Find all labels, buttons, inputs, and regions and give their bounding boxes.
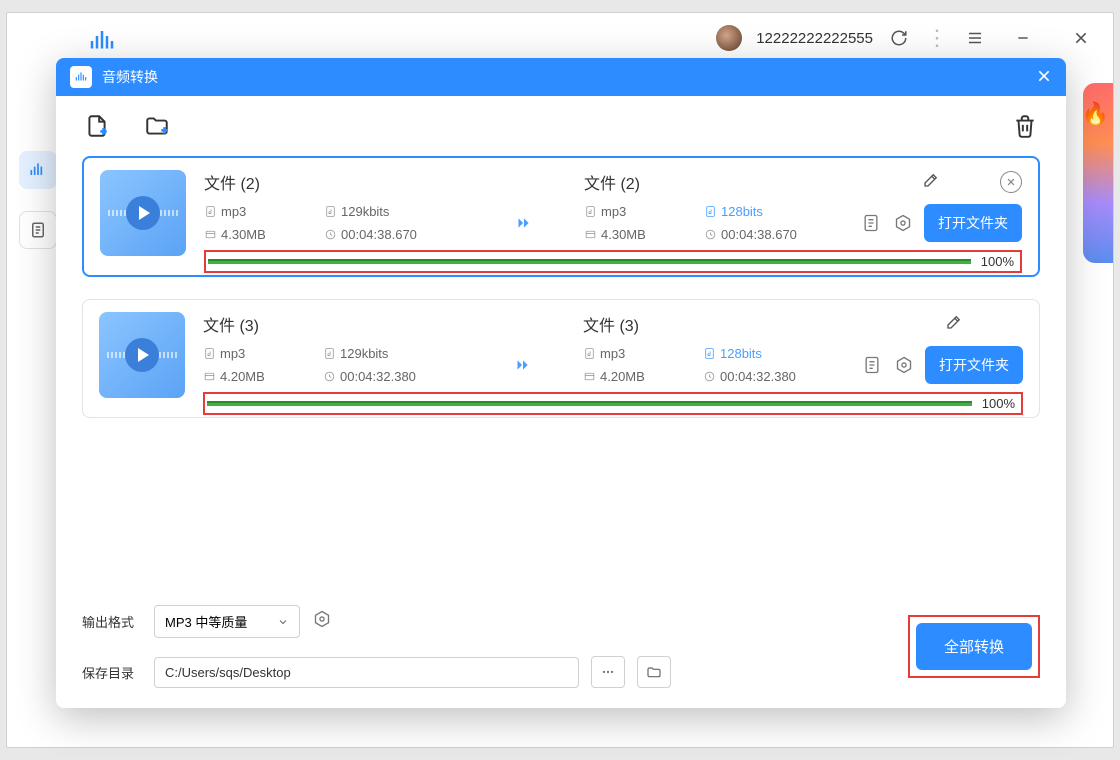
src-bitrate: 129kbits: [323, 346, 463, 361]
progress-percent: 100%: [981, 254, 1014, 269]
source-file-name: 文件 (3): [203, 312, 583, 336]
action-cell: 打开文件夹: [844, 204, 1022, 242]
dst-size: 4.20MB: [583, 369, 703, 384]
dst-format: mp3: [584, 204, 704, 219]
add-file-button[interactable]: [82, 111, 112, 141]
output-format-select[interactable]: MP3 中等质量: [154, 605, 300, 638]
bg-titlebar: 12222222222555 ⋮: [7, 13, 1113, 63]
add-folder-button[interactable]: [142, 111, 172, 141]
delete-all-button[interactable]: [1010, 111, 1040, 141]
file-list: 文件 (2)文件 (2)mp3129kbitsmp3128bits打开文件夹4.…: [56, 156, 1066, 591]
src-format: mp3: [204, 204, 324, 219]
dst-bitrate: 128bits: [704, 204, 844, 219]
minimize-icon[interactable]: [1001, 16, 1045, 60]
modal-title-icon: [70, 66, 92, 88]
file-thumbnail: [99, 312, 185, 398]
progress-bar: [208, 260, 971, 264]
file-settings-icon[interactable]: [892, 212, 914, 234]
progress-highlight: 100%: [204, 250, 1022, 273]
dst-duration: 00:04:38.670: [704, 227, 844, 242]
browse-folder-button[interactable]: [637, 656, 671, 688]
dst-size: 4.30MB: [584, 227, 704, 242]
more-options-button[interactable]: [591, 656, 625, 688]
avatar[interactable]: [716, 25, 742, 51]
remove-icon[interactable]: [1000, 171, 1022, 193]
separator: ⋮: [925, 26, 949, 50]
progress-bar: [207, 402, 972, 406]
convert-all-button[interactable]: 全部转换: [916, 623, 1032, 670]
refresh-icon[interactable]: [887, 26, 911, 50]
app-logo: [87, 26, 117, 50]
footer: 输出格式 MP3 中等质量 保存目录 全: [56, 591, 1066, 708]
modal-titlebar: 音频转换: [56, 58, 1066, 96]
dest-file-name: 文件 (3): [583, 312, 945, 336]
dest-file-name: 文件 (2): [584, 170, 922, 194]
play-button[interactable]: [126, 196, 160, 230]
file-card[interactable]: 文件 (3)文件 (3)mp3129kbitsmp3128bits打开文件夹4.…: [82, 299, 1040, 418]
open-folder-button[interactable]: 打开文件夹: [924, 204, 1022, 242]
dst-format: mp3: [583, 346, 703, 361]
modal-title-text: 音频转换: [102, 67, 158, 87]
arrow-icon: [464, 212, 584, 234]
src-size: 4.20MB: [203, 369, 323, 384]
edit-icon[interactable]: [945, 313, 963, 336]
dst-bitrate: 128bits: [703, 346, 843, 361]
dst-duration: 00:04:32.380: [703, 369, 843, 384]
src-format: mp3: [203, 346, 323, 361]
save-dir-input[interactable]: [154, 657, 579, 688]
play-button[interactable]: [125, 338, 159, 372]
src-duration: 00:04:38.670: [324, 227, 464, 242]
action-cell: 打开文件夹: [843, 346, 1023, 384]
menu-icon[interactable]: [963, 26, 987, 50]
progress-percent: 100%: [982, 396, 1015, 411]
file-thumbnail: [100, 170, 186, 256]
src-duration: 00:04:32.380: [323, 369, 463, 384]
convert-all-highlight: 全部转换: [908, 615, 1040, 678]
output-format-value: MP3 中等质量: [165, 612, 247, 631]
file-settings-icon[interactable]: [893, 354, 915, 376]
output-format-settings-icon[interactable]: [312, 609, 332, 634]
flame-icon: 🔥: [1082, 101, 1109, 127]
src-size: 4.30MB: [204, 227, 324, 242]
file-card[interactable]: 文件 (2)文件 (2)mp3129kbitsmp3128bits打开文件夹4.…: [82, 156, 1040, 277]
edit-icon[interactable]: [922, 171, 940, 194]
toolbar: [56, 96, 1066, 156]
output-format-label: 输出格式: [82, 612, 142, 631]
file-info-icon[interactable]: [861, 354, 883, 376]
modal-close-icon[interactable]: [1036, 68, 1052, 87]
username: 12222222222555: [756, 30, 873, 47]
side-icon-audio[interactable]: [19, 151, 57, 189]
audio-convert-modal: 音频转换 文件 (2)文件 (2)mp3129kbitsmp3128bits打开…: [56, 58, 1066, 708]
source-file-name: 文件 (2): [204, 170, 584, 194]
progress-highlight: 100%: [203, 392, 1023, 415]
arrow-icon: [463, 354, 583, 376]
window-close-icon[interactable]: [1059, 16, 1103, 60]
src-bitrate: 129kbits: [324, 204, 464, 219]
side-icon-doc[interactable]: [19, 211, 57, 249]
save-dir-label: 保存目录: [82, 663, 142, 682]
file-info-icon[interactable]: [860, 212, 882, 234]
open-folder-button[interactable]: 打开文件夹: [925, 346, 1023, 384]
